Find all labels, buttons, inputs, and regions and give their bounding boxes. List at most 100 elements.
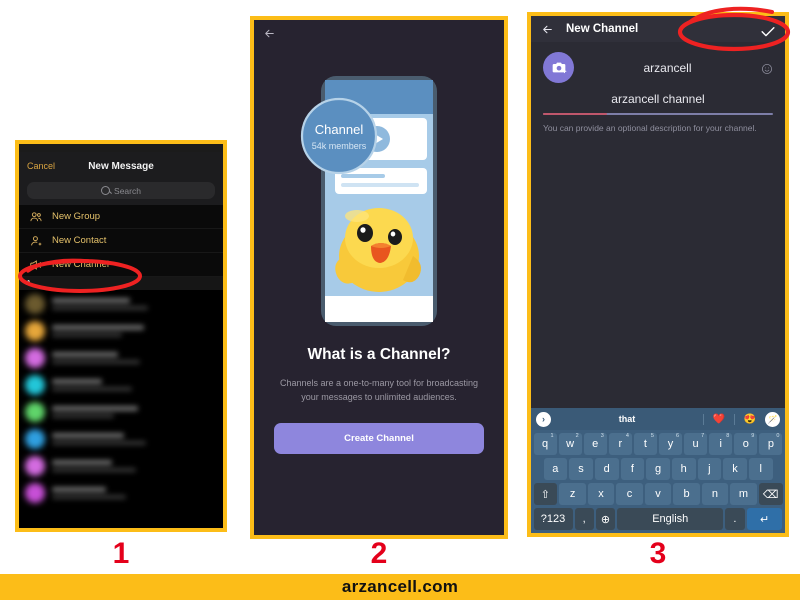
magic-wand-icon[interactable]: 🪄 bbox=[765, 411, 780, 427]
arrow-back-icon[interactable] bbox=[263, 27, 276, 40]
contact-text bbox=[52, 324, 152, 337]
step-number-3: 3 bbox=[649, 537, 667, 570]
key-r[interactable]: r4 bbox=[608, 433, 632, 455]
symbols-key[interactable]: ?123 bbox=[533, 508, 573, 530]
contact-text bbox=[52, 405, 152, 418]
keyboard-row-1: q1 w2 e3 r4 t5 y6 u7 i8 o9 p0 bbox=[533, 433, 784, 455]
period-key[interactable]: . bbox=[725, 508, 745, 530]
suggestion-word[interactable]: that bbox=[551, 414, 703, 424]
camera-add-icon[interactable] bbox=[543, 52, 574, 83]
list-item[interactable] bbox=[19, 344, 223, 371]
list-item-label: New Contact bbox=[52, 235, 107, 246]
channel-name-row: arzancell bbox=[531, 42, 785, 83]
key-u[interactable]: u7 bbox=[684, 433, 708, 455]
key-n[interactable]: n bbox=[701, 483, 729, 505]
suggestion-bar: › that ❤️ 😍 🪄 bbox=[531, 408, 785, 430]
page-description: Channels are a one-to-many tool for broa… bbox=[279, 378, 479, 402]
avatar bbox=[25, 455, 45, 476]
section-header: A bbox=[19, 277, 223, 290]
key-d[interactable]: d bbox=[594, 458, 619, 480]
check-icon[interactable] bbox=[761, 24, 775, 36]
contacts-list-blurred[interactable] bbox=[19, 290, 223, 528]
keyboard-row-4: ?123 , ⊕ English . ↵ bbox=[533, 508, 784, 530]
key-g[interactable]: g bbox=[646, 458, 670, 480]
globe-icon[interactable]: ⊕ bbox=[595, 508, 616, 530]
cta-container: Create Channel bbox=[254, 405, 504, 454]
key-m[interactable]: m bbox=[730, 483, 757, 505]
panel-step-2: Channel 54k members What is a Channel? C… bbox=[250, 16, 508, 539]
contact-text bbox=[52, 378, 152, 391]
list-item[interactable] bbox=[19, 398, 223, 425]
heart-eyes-emoji-icon[interactable]: 😍 bbox=[735, 414, 765, 425]
what-is-a-channel-screen: Channel 54k members What is a Channel? C… bbox=[254, 20, 504, 535]
step-number-1: 1 bbox=[112, 537, 130, 570]
key-h[interactable]: h bbox=[671, 458, 696, 480]
navigation-bar: Cancel New Message bbox=[19, 152, 223, 180]
list-item-new-contact[interactable]: New Contact bbox=[19, 229, 223, 253]
key-y[interactable]: y6 bbox=[658, 433, 683, 455]
contact-text bbox=[52, 459, 152, 472]
key-j[interactable]: j bbox=[697, 458, 722, 480]
channel-illustration: Channel 54k members bbox=[254, 46, 504, 346]
smiley-icon[interactable] bbox=[761, 62, 773, 74]
panel-step-1: Cancel New Message Search New Group New … bbox=[15, 140, 227, 532]
key-o[interactable]: o9 bbox=[734, 433, 758, 455]
channel-name-input[interactable]: arzancell bbox=[584, 59, 751, 77]
search-input[interactable]: Search bbox=[27, 182, 215, 199]
avatar bbox=[25, 293, 45, 314]
key-x[interactable]: x bbox=[587, 483, 615, 505]
key-l[interactable]: l bbox=[748, 458, 773, 480]
list-item-new-channel[interactable]: New Channel bbox=[19, 253, 223, 277]
key-a[interactable]: a bbox=[543, 458, 568, 480]
key-w[interactable]: w2 bbox=[558, 433, 582, 455]
contact-text bbox=[52, 432, 152, 445]
create-channel-button[interactable]: Create Channel bbox=[274, 422, 484, 454]
search-bar-container: Search bbox=[19, 180, 223, 205]
channel-description-input[interactable]: arzancell channel bbox=[531, 83, 785, 115]
avatar bbox=[25, 428, 45, 449]
list-item[interactable] bbox=[19, 479, 223, 506]
arrow-back-icon[interactable] bbox=[541, 23, 554, 36]
avatar bbox=[25, 320, 45, 341]
enter-key[interactable]: ↵ bbox=[746, 508, 783, 530]
space-key[interactable]: English bbox=[617, 508, 724, 530]
list-item-label: New Group bbox=[52, 211, 101, 222]
key-z[interactable]: z bbox=[559, 483, 586, 505]
megaphone-icon bbox=[29, 258, 43, 272]
page-title: New Channel bbox=[566, 23, 639, 35]
keyboard-rows: q1 w2 e3 r4 t5 y6 u7 i8 o9 p0 a s d f g … bbox=[531, 430, 785, 533]
chevron-right-icon[interactable]: › bbox=[536, 411, 551, 427]
form-body: arzancell arzancell channel You can prov… bbox=[531, 42, 785, 408]
search-placeholder: Search bbox=[114, 185, 141, 196]
list-item[interactable] bbox=[19, 290, 223, 317]
comma-key[interactable]: , bbox=[574, 508, 594, 530]
key-t[interactable]: t5 bbox=[633, 433, 657, 455]
key-q[interactable]: q1 bbox=[533, 433, 557, 455]
bubble-title: Channel bbox=[315, 122, 364, 137]
key-p[interactable]: p0 bbox=[759, 433, 783, 455]
contact-text bbox=[52, 351, 152, 364]
intro-text-block: What is a Channel? Channels are a one-to… bbox=[254, 346, 504, 405]
key-b[interactable]: b bbox=[673, 483, 700, 505]
contact-text bbox=[52, 486, 152, 499]
contact-text bbox=[52, 297, 152, 310]
key-k[interactable]: k bbox=[723, 458, 747, 480]
cancel-button[interactable]: Cancel bbox=[27, 161, 55, 171]
list-item[interactable] bbox=[19, 317, 223, 344]
key-e[interactable]: e3 bbox=[583, 433, 607, 455]
keyboard-row-3: ⇧ z x c v b n m ⌫ bbox=[533, 483, 784, 505]
phone-illustration-svg: Channel 54k members bbox=[300, 76, 437, 326]
list-item-new-group[interactable]: New Group bbox=[19, 205, 223, 229]
heart-emoji-icon[interactable]: ❤️ bbox=[704, 414, 734, 425]
key-s[interactable]: s bbox=[569, 458, 593, 480]
backspace-key[interactable]: ⌫ bbox=[758, 483, 783, 505]
key-f[interactable]: f bbox=[620, 458, 645, 480]
channel-description-value: arzancell channel bbox=[611, 92, 705, 106]
list-item[interactable] bbox=[19, 425, 223, 452]
shift-key[interactable]: ⇧ bbox=[533, 483, 558, 505]
key-i[interactable]: i8 bbox=[709, 433, 733, 455]
key-v[interactable]: v bbox=[644, 483, 672, 505]
key-c[interactable]: c bbox=[616, 483, 643, 505]
list-item[interactable] bbox=[19, 371, 223, 398]
list-item[interactable] bbox=[19, 452, 223, 479]
